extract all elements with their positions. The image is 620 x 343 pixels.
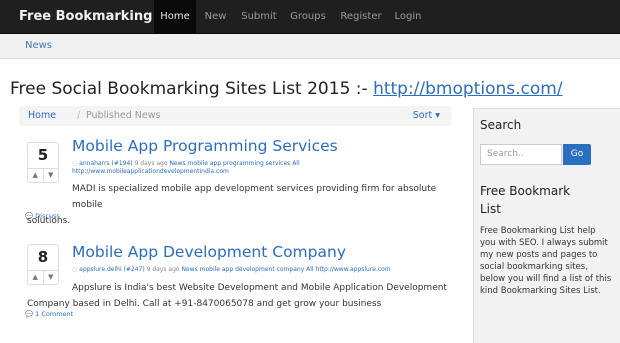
story-title[interactable]: Mobile App Development Company bbox=[72, 243, 346, 261]
comment-icon: 💬 bbox=[25, 310, 34, 318]
nav-register[interactable]: Register bbox=[336, 0, 386, 34]
story-url[interactable]: http://www.appslure.com bbox=[316, 266, 391, 273]
story-age: 9 days ago bbox=[134, 160, 168, 167]
story-user[interactable]: annaharrs (#194) bbox=[79, 160, 132, 167]
search-go-button[interactable]: Go bbox=[563, 144, 591, 165]
bookmark-heading-line-2: List bbox=[480, 202, 501, 216]
user-avatar-icon: ◌ bbox=[72, 160, 78, 167]
nav-groups[interactable]: Groups bbox=[286, 0, 330, 34]
breadcrumb-home[interactable]: Home bbox=[28, 106, 56, 126]
story-desc-line-1: Appslure is India's best Website Develop… bbox=[72, 283, 447, 293]
page-title-url[interactable]: http://bmoptions.com/ bbox=[373, 79, 562, 99]
page-title-text: Free Social Bookmarking Sites List 2015 … bbox=[10, 79, 374, 99]
nav-new[interactable]: New bbox=[199, 0, 232, 34]
nav-home[interactable]: Home bbox=[154, 0, 196, 34]
discuss-link[interactable]: Discuss bbox=[35, 212, 60, 220]
story-url[interactable]: http://www.mobileapplicationdevelopmenti… bbox=[72, 168, 229, 175]
search-heading: Search bbox=[480, 118, 522, 132]
top-navbar: Free Bookmarking Site Home New Submit Gr… bbox=[0, 0, 620, 34]
comment-icon: 💬 bbox=[25, 212, 34, 220]
subnav-news-link[interactable]: News bbox=[25, 40, 52, 51]
vote-box: 8 ▲ ▼ bbox=[27, 244, 59, 285]
story-desc-line-1: MADI is specialized mobile app developme… bbox=[72, 184, 437, 210]
breadcrumb: Home / Published News Sort ▾ bbox=[19, 106, 451, 126]
story-tags[interactable]: mobile app programming services All bbox=[188, 160, 300, 167]
story-tags[interactable]: mobile app development company All bbox=[200, 266, 314, 273]
breadcrumb-separator: / bbox=[77, 110, 81, 121]
story-action[interactable]: 💬 1 Comment bbox=[25, 310, 73, 318]
vote-count: 5 bbox=[37, 146, 49, 164]
vote-count: 8 bbox=[37, 248, 49, 266]
nav-submit[interactable]: Submit bbox=[237, 0, 281, 34]
story-category[interactable]: News bbox=[169, 160, 185, 167]
story-description: MADI is specialized mobile app developme… bbox=[27, 181, 457, 229]
comments-link[interactable]: 1 Comment bbox=[35, 310, 73, 318]
bookmark-description: Free Bookmarking List help you with SEO.… bbox=[480, 226, 612, 296]
story-meta: ◌ annaharrs (#194) 9 days ago News mobil… bbox=[72, 160, 300, 167]
sub-navbar: News bbox=[0, 34, 620, 59]
story-meta: ◌ appslure.delhi (#247) 9 days ago News … bbox=[72, 266, 391, 273]
nav-login[interactable]: Login bbox=[390, 0, 426, 34]
sidebar: Search Search.. Go Free Bookmark List Fr… bbox=[473, 108, 620, 343]
story-action[interactable]: 💬 Discuss bbox=[25, 212, 60, 220]
user-avatar-icon: ◌ bbox=[72, 266, 78, 273]
story-category[interactable]: News bbox=[182, 266, 198, 273]
story-age: 9 days ago bbox=[146, 266, 180, 273]
search-input[interactable]: Search.. bbox=[480, 144, 562, 165]
story-user[interactable]: appslure.delhi (#247) bbox=[79, 266, 145, 273]
story-title[interactable]: Mobile App Programming Services bbox=[72, 137, 338, 155]
vote-box: 5 ▲ ▼ bbox=[27, 142, 59, 183]
sort-dropdown[interactable]: Sort ▾ bbox=[413, 106, 440, 126]
story-desc-line-2: Company based in Delhi. Call at +91-8470… bbox=[27, 299, 382, 309]
breadcrumb-current: Published News bbox=[86, 110, 161, 121]
page-title: Free Social Bookmarking Sites List 2015 … bbox=[10, 79, 563, 99]
story-description: Appslure is India's best Website Develop… bbox=[27, 280, 457, 312]
bookmark-heading-line-1: Free Bookmark bbox=[480, 184, 571, 198]
